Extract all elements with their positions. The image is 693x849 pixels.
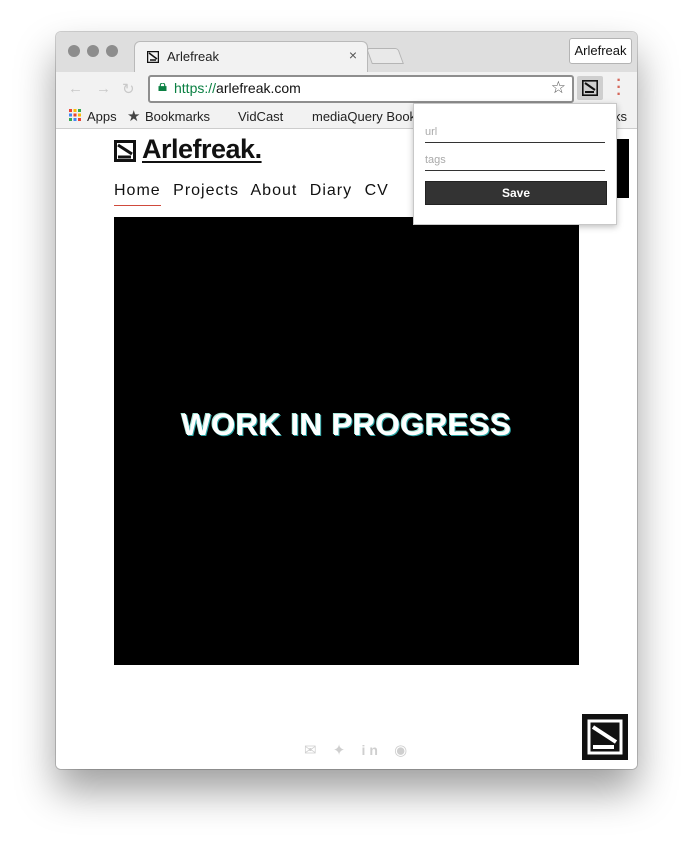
- social-links: ✉ ✦ in ◉: [304, 741, 415, 759]
- github-icon[interactable]: ◉: [394, 742, 411, 759]
- partial-dark-block: [615, 139, 629, 198]
- mail-icon[interactable]: ✉: [304, 742, 321, 759]
- bookmark-apps[interactable]: Apps: [87, 109, 117, 124]
- forward-icon[interactable]: →: [96, 80, 111, 97]
- tab-close-icon[interactable]: ×: [349, 47, 357, 63]
- site-logo-text[interactable]: Arlefreak.: [142, 134, 262, 165]
- url-text: https://arlefreak.com: [174, 80, 301, 96]
- apps-icon: [69, 109, 81, 121]
- star-icon: ★: [127, 108, 141, 125]
- url-input[interactable]: url: [425, 126, 605, 143]
- toolbar: ← → ↻ https://arlefreak.com ☆ · · ·: [56, 72, 637, 104]
- page-content: Arlefreak. Home Projects About Diary CV …: [56, 129, 637, 769]
- tags-input[interactable]: tags: [425, 154, 605, 171]
- extension-button[interactable]: [577, 76, 603, 100]
- hero-banner: WORK IN PROGRESS: [114, 217, 579, 665]
- nav-about[interactable]: About: [251, 182, 298, 199]
- nav-diary[interactable]: Diary: [310, 182, 352, 199]
- close-window-button[interactable]: [68, 45, 80, 57]
- nav-home[interactable]: Home: [114, 182, 161, 206]
- twitter-icon[interactable]: ✦: [333, 742, 350, 759]
- save-button[interactable]: Save: [425, 181, 607, 205]
- profile-button[interactable]: Arlefreak: [569, 38, 632, 64]
- bookmark-vidcast[interactable]: VidCast: [238, 109, 283, 124]
- hero-text: WORK IN PROGRESS: [181, 407, 512, 442]
- nav-cv[interactable]: CV: [365, 182, 389, 199]
- linkedin-icon[interactable]: in: [362, 742, 382, 758]
- tab-title: Arlefreak: [167, 49, 220, 64]
- minimize-window-button[interactable]: [87, 45, 99, 57]
- favicon-icon: [147, 51, 159, 63]
- zoom-window-button[interactable]: [106, 45, 118, 57]
- bookmark-bookmarks[interactable]: Bookmarks: [145, 109, 210, 124]
- extension-logo-icon: [582, 80, 598, 96]
- new-tab-button[interactable]: [366, 48, 404, 64]
- menu-kebab-icon[interactable]: · · ·: [616, 73, 622, 103]
- bookmark-star-icon[interactable]: ☆: [551, 78, 566, 98]
- reload-icon[interactable]: ↻: [122, 80, 135, 98]
- title-bar: Arlefreak × Arlefreak: [56, 32, 637, 73]
- nav-projects[interactable]: Projects: [173, 182, 239, 199]
- tab-arlefreak[interactable]: Arlefreak ×: [134, 41, 368, 73]
- site-logo-icon[interactable]: [114, 139, 136, 165]
- extension-popup: url tags Save: [413, 103, 617, 225]
- address-bar[interactable]: https://arlefreak.com ☆: [148, 75, 574, 103]
- lock-icon: [158, 83, 167, 91]
- bookmark-mediaquery[interactable]: mediaQuery Book: [312, 109, 416, 124]
- site-nav: Home Projects About Diary CV: [114, 182, 396, 206]
- back-icon[interactable]: ←: [68, 80, 83, 97]
- corner-logo-icon[interactable]: [582, 714, 628, 760]
